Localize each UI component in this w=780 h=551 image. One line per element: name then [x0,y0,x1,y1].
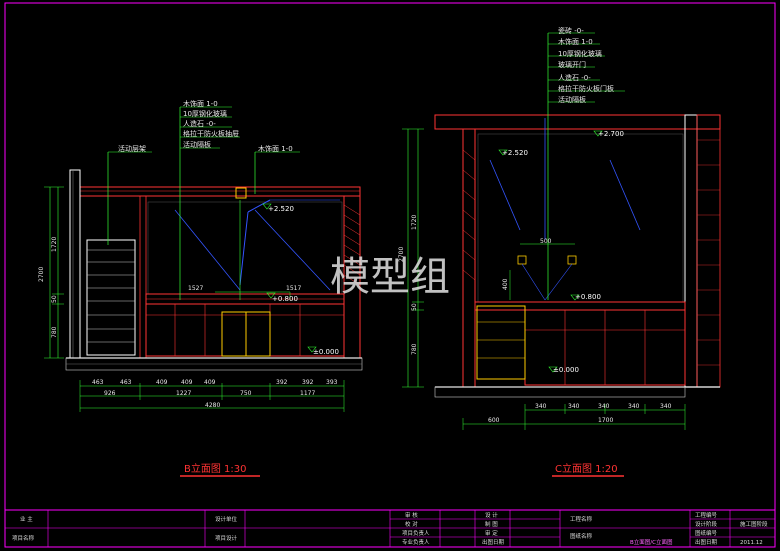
left-ceiling [79,186,361,197]
right-callout-3: 10厚钢化玻璃 [558,49,602,58]
right-dim-400: 400 [502,278,509,290]
left-dim-total: 4280 [205,402,220,409]
left-callout-shelf: 活动层架 [118,144,146,153]
tb-drawing-name: B立面图/C立面图 [630,538,673,546]
dim: 780 [51,326,58,338]
dim: 409 [181,379,193,386]
dim: 340 [660,403,672,410]
right-level-2520: +2.520 [502,149,528,157]
dim: 392 [276,379,288,386]
right-callout-5: 人造石 -0- [558,73,591,82]
tb-project-design: 项目设计 [215,534,238,542]
glass-panel [147,201,343,295]
tb-review-3: 专业负责人 [402,538,430,546]
tb-meta-label-3: 出图日期 [695,538,718,546]
tb-project-name: 项目名称 [12,534,35,542]
tb-design-2: 审 定 [485,529,498,537]
left-dim-top-2: 1517 [286,285,301,292]
dim: 340 [628,403,640,410]
tb-meta-label-0: 工程编号 [695,511,718,519]
right-ceiling [434,114,721,130]
right-dim-500: 500 [540,238,552,245]
right-dims-row2: 600 1700 [488,417,613,424]
dim: 50 [411,303,418,311]
dim: 463 [120,379,132,386]
tb-design-1: 制 图 [485,520,498,528]
tb-owner: 业 主 [20,515,33,523]
left-dim-top-1: 1527 [188,285,203,292]
tb-project-label: 工程名称 [570,515,593,523]
dim: 1177 [300,390,315,397]
right-level-800: +0.800 [575,293,601,301]
tb-meta-label-2: 图纸编号 [695,529,718,537]
right-callout-6: 格拉干防火板门板 [558,84,614,93]
dim: 1720 [51,237,58,252]
tb-design-unit: 设计单位 [215,515,238,523]
tb-design-3: 出图日期 [482,538,505,546]
left-callout-4: 格拉干防火板抽屉 [183,129,239,138]
dim: 780 [411,343,418,355]
dim: 2700 [38,267,45,282]
left-level-2520: +2.520 [268,205,294,213]
dim: 1720 [411,215,418,230]
right-callout-7: 活动隔板 [558,95,586,104]
tb-design-0: 设 计 [485,511,498,519]
dim: 50 [51,295,58,303]
left-callout-3: 人造石 -0- [183,119,216,128]
left-dims-vertical: 2700 1720 50 780 [38,237,58,338]
cad-drawing-sheet: 木饰面 1-0 10厚钢化玻璃 人造石 -0- 格拉干防火板抽屉 活动隔板 活动… [4,2,776,548]
tb-review-1: 校 对 [405,520,418,528]
shelf-unit [86,239,136,356]
left-callout-veneer: 木饰面 1-0 [258,144,293,153]
right-elevation-title: C立面图 1:20 [555,462,618,475]
left-level-000: ±0.000 [313,348,339,356]
right-left-wall [462,128,476,388]
left-level-800: +0.800 [272,295,298,303]
right-dims-row1: 340 340 340 340 340 [535,403,672,410]
tb-review-2: 项目负责人 [402,529,430,537]
right-level-000: ±0.000 [553,366,579,374]
tb-meta-label-1: 设计阶段 [695,520,718,528]
right-callout-4: 玻璃开门 [558,60,586,69]
dim: 926 [104,390,116,397]
right-mirror [477,133,684,303]
dim: 340 [598,403,610,410]
tb-drawing-label: 图纸名称 [570,532,593,540]
right-level-2700: +2.700 [598,130,624,138]
right-right-wall [684,114,698,388]
dim: 340 [535,403,547,410]
tb-meta-value-3: 2011.12 [740,540,763,546]
dim: 409 [204,379,216,386]
watermark: 模型组 [330,254,450,300]
left-callout-1: 木饰面 1-0 [183,99,218,108]
dim: 600 [488,417,500,424]
right-callout-2: 木饰面 1-0 [558,37,593,46]
left-elevation-title: B立面图 1:30 [184,462,247,475]
dim: 750 [240,390,252,397]
left-dims-row1: 463 463 409 409 409 392 392 393 [92,379,338,386]
dim: 1700 [598,417,613,424]
dim: 463 [92,379,104,386]
dim: 393 [326,379,338,386]
dim: 392 [302,379,314,386]
tb-meta-value-1: 施工图阶段 [740,520,768,528]
left-wall [69,169,81,359]
right-callout-1: 瓷砖 -0- [558,26,584,35]
left-callout-2: 10厚钢化玻璃 [183,109,227,118]
dim: 409 [156,379,168,386]
tb-review-0: 审 核 [405,511,418,519]
dim: 1227 [176,390,191,397]
dim: 340 [568,403,580,410]
left-callout-5: 活动隔板 [183,140,211,149]
right-drawer-unit [476,305,526,380]
